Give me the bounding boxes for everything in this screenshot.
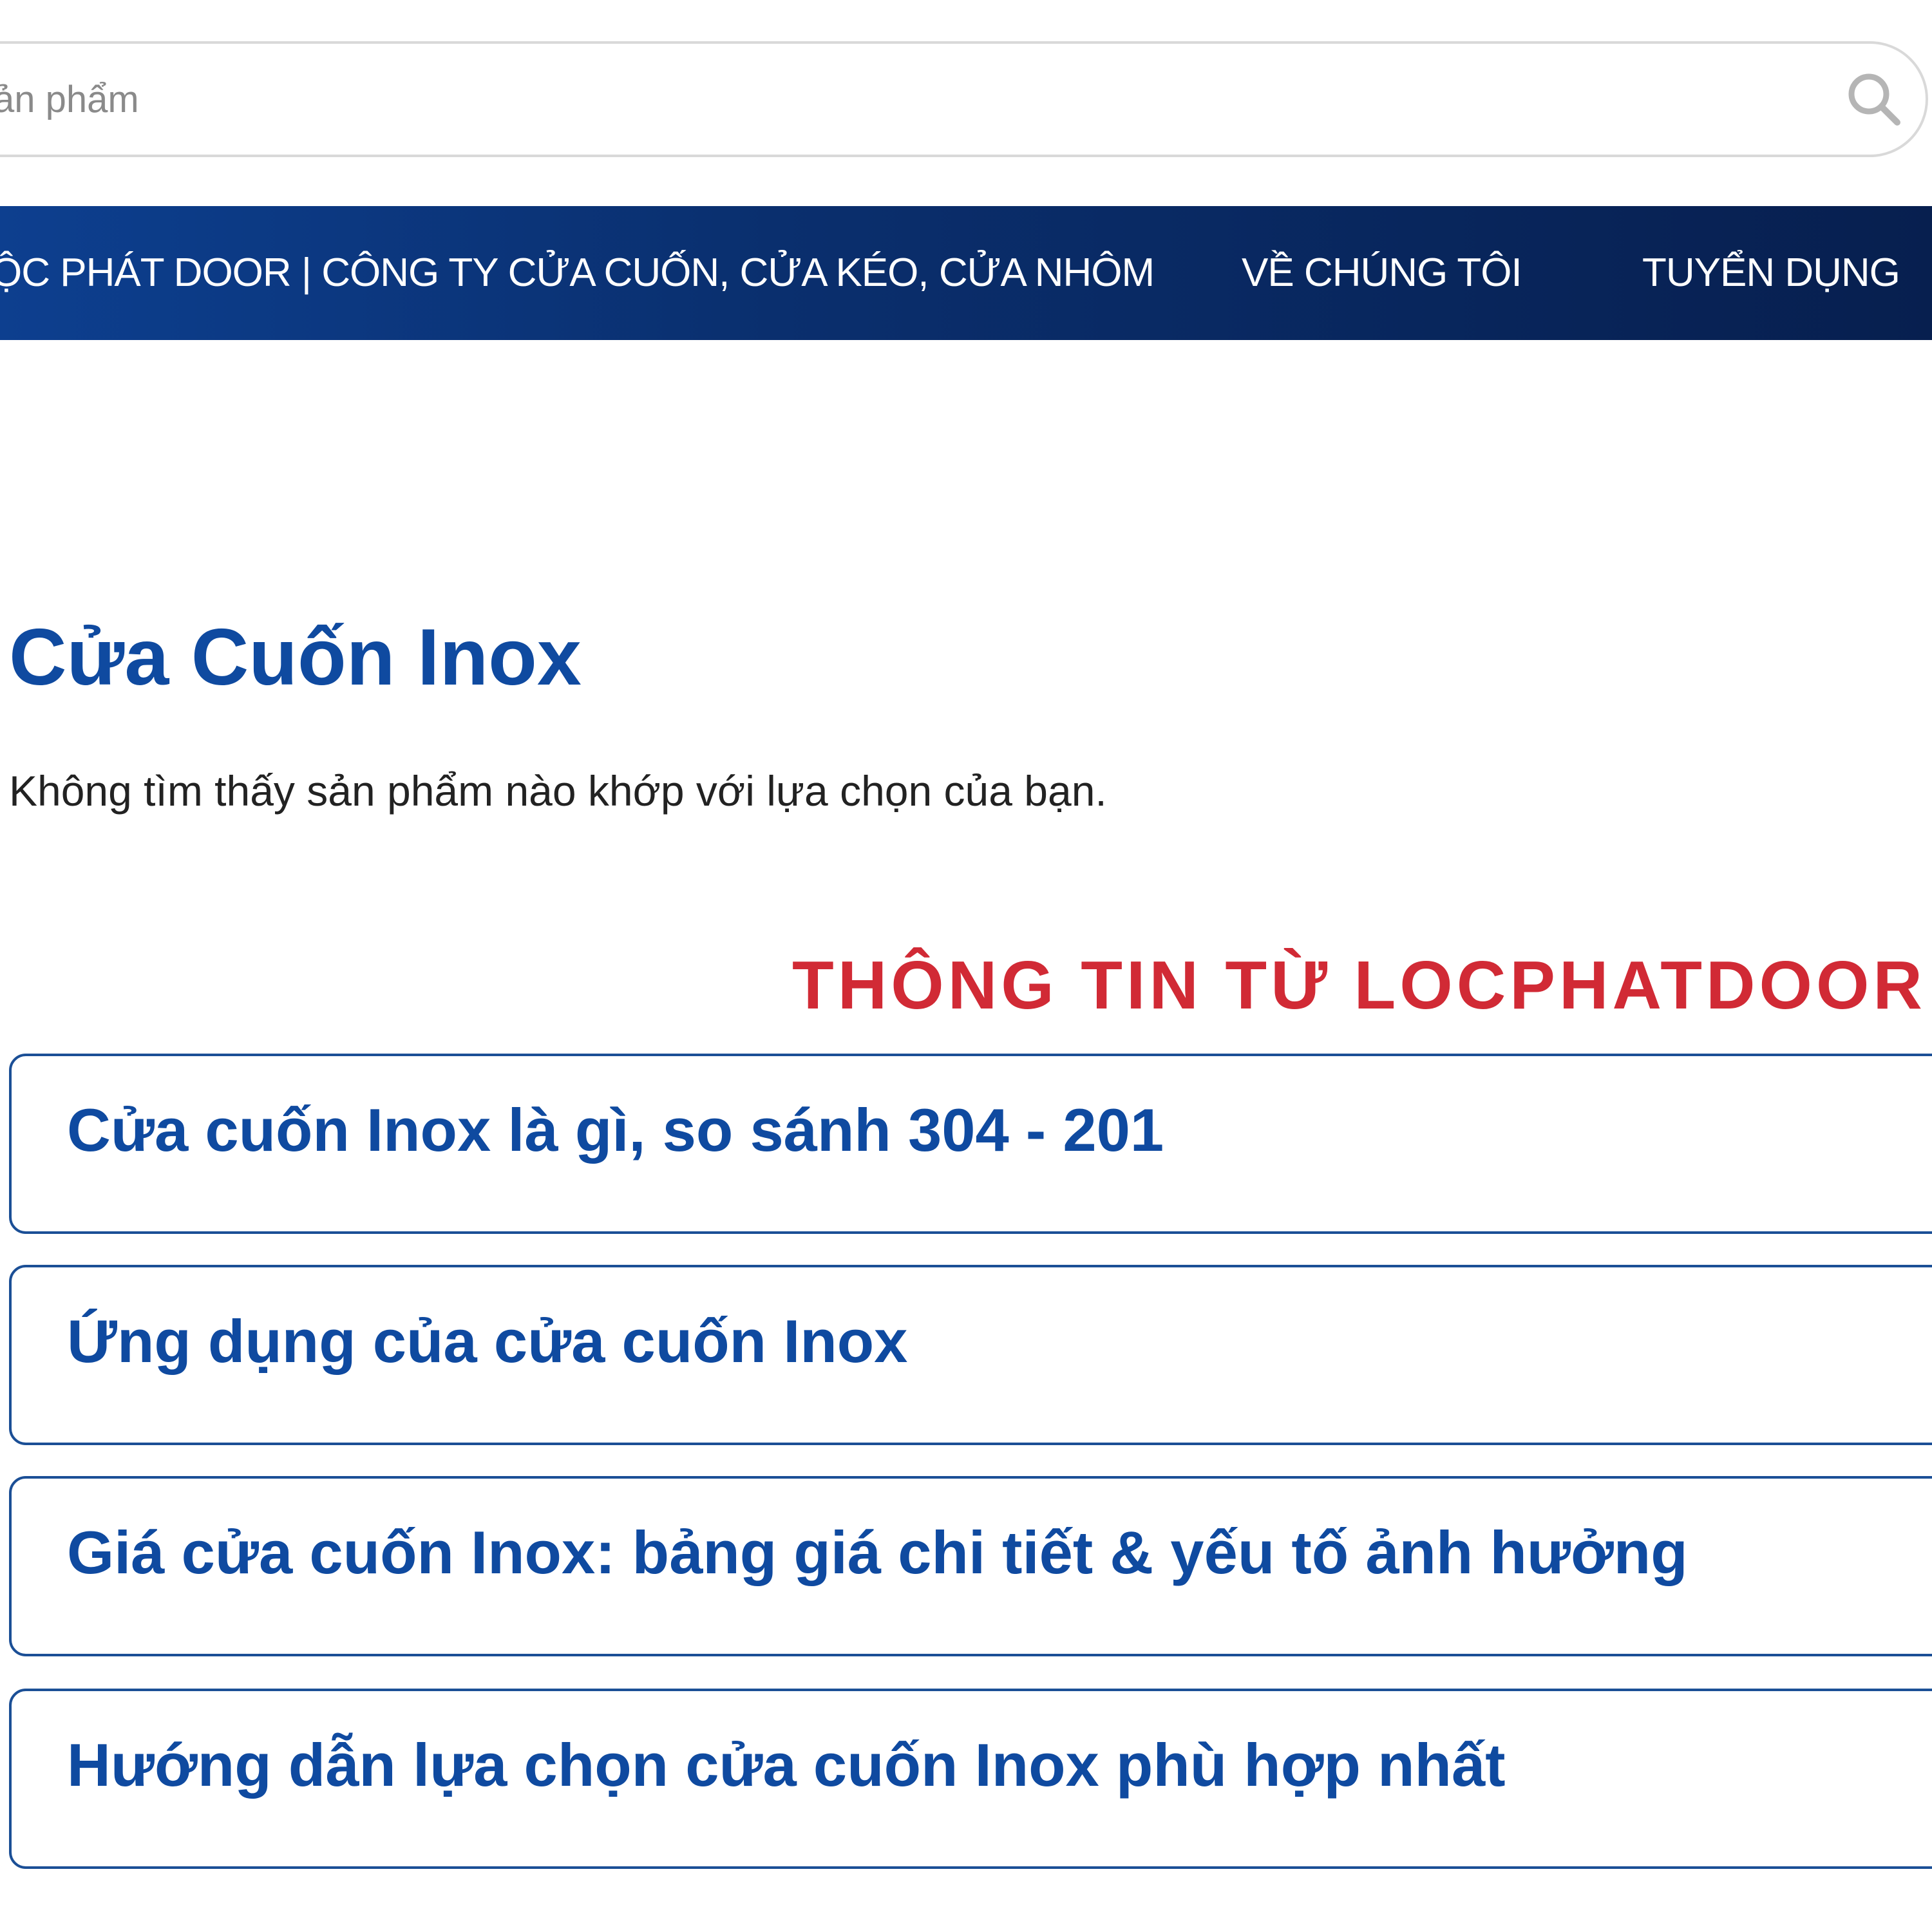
page: ỘC PHÁT DOOR | CÔNG TY CỬA CUỐN, CỬA KÉO… (0, 0, 1932, 1932)
no-products-message: Không tìm thấy sản phẩm nào khớp với lựa… (9, 767, 1107, 815)
nav-item-home[interactable]: ỘC PHÁT DOOR | CÔNG TY CỬA CUỐN, CỬA KÉO… (0, 206, 1155, 340)
accordion-item[interactable]: Ứng dụng của cửa cuốn Inox (9, 1265, 1932, 1445)
accordion-title: Ứng dụng của cửa cuốn Inox (67, 1307, 908, 1375)
search-input[interactable] (0, 44, 1668, 155)
search-icon[interactable] (1844, 70, 1902, 128)
accordion-title: Cửa cuốn Inox là gì, so sánh 304 - 201 (67, 1096, 1164, 1164)
info-section-heading: THÔNG TIN TỪ LOCPHATDOOR (792, 947, 1926, 1023)
accordion-item[interactable]: Hướng dẫn lựa chọn cửa cuốn Inox phù hợp… (9, 1689, 1932, 1869)
accordion-title: Hướng dẫn lựa chọn cửa cuốn Inox phù hợp… (67, 1731, 1506, 1799)
search-bar[interactable] (0, 41, 1928, 157)
nav-item-about-us[interactable]: VỀ CHÚNG TÔI (1242, 206, 1522, 340)
accordion-item[interactable]: Cửa cuốn Inox là gì, so sánh 304 - 201 (9, 1054, 1932, 1234)
page-title: Cửa Cuốn Inox (9, 613, 582, 702)
accordion-item[interactable]: Giá cửa cuốn Inox: bảng giá chi tiết & y… (9, 1476, 1932, 1656)
nav-item-careers[interactable]: TUYỂN DỤNG (1642, 206, 1900, 340)
accordion-title: Giá cửa cuốn Inox: bảng giá chi tiết & y… (67, 1519, 1688, 1586)
main-nav: ỘC PHÁT DOOR | CÔNG TY CỬA CUỐN, CỬA KÉO… (0, 206, 1932, 340)
